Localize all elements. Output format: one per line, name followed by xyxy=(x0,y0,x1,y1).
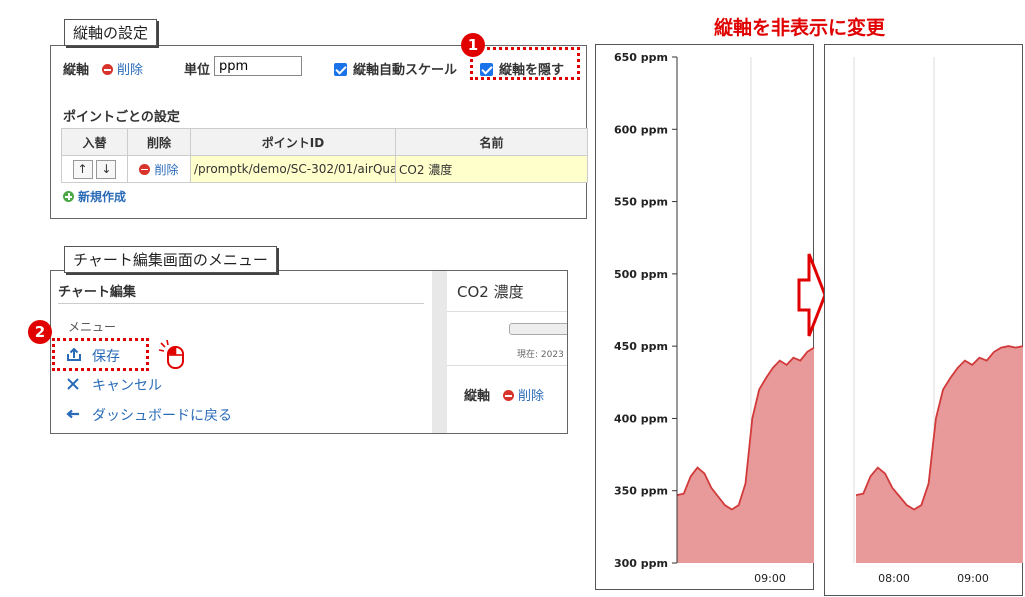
preview-title: CO2 濃度 xyxy=(457,283,524,301)
points-table: 入替 削除 ポイントID 名前 ↑ ↓ 削除 /promptk/demo/SC-… xyxy=(61,128,588,183)
chart-before-plot: 650 ppm 600 ppm 550 ppm 500 ppm 450 ppm 400 p… xyxy=(614,51,815,585)
axis-label: 縦軸 xyxy=(63,63,90,78)
col-delete: 削除 xyxy=(127,128,191,156)
preview-progress-bar xyxy=(509,323,567,335)
y-tick-label: 400 ppm xyxy=(614,412,668,425)
col-swap: 入替 xyxy=(61,128,128,156)
axis-settings-caption: 縦軸の設定 xyxy=(64,19,158,46)
x-tick-label: 08:00 xyxy=(878,572,910,585)
col-point-id: ポイントID xyxy=(190,128,396,156)
point-id-cell[interactable]: /promptk/demo/SC-302/01/airQua xyxy=(190,155,396,183)
move-up-button[interactable]: ↑ xyxy=(72,159,93,179)
checkbox-checked-icon xyxy=(334,63,347,76)
axis-delete-text: 削除 xyxy=(117,63,144,78)
preview-delete-text: 削除 xyxy=(518,389,545,404)
menu-label: メニュー xyxy=(68,320,117,334)
auto-scale-checkbox[interactable]: 縦軸自動スケール xyxy=(334,59,457,78)
close-icon xyxy=(67,378,79,390)
point-settings-title: ポイントごとの設定 xyxy=(63,110,180,125)
table-row: ↑ ↓ 削除 /promptk/demo/SC-302/01/airQua CO… xyxy=(61,155,588,183)
save-highlight xyxy=(52,338,149,371)
auto-scale-label: 縦軸自動スケール xyxy=(353,63,458,78)
row-delete-link[interactable]: 削除 xyxy=(139,162,179,177)
menu-caption: チャート編集画面のメニュー xyxy=(64,246,277,273)
preview-pane: CO2 濃度 現在: 2023 縦軸 削除 xyxy=(447,271,567,433)
hide-axis-highlight xyxy=(470,47,580,80)
area-fill xyxy=(856,346,1023,563)
y-tick-label: 500 ppm xyxy=(614,268,668,281)
chart-after-plot: 08:00 09:00 xyxy=(853,57,1024,585)
delete-cell: 削除 xyxy=(127,155,191,183)
move-down-button[interactable]: ↓ xyxy=(96,159,117,179)
title-divider xyxy=(58,303,424,304)
change-title: 縦軸を非表示に変更 xyxy=(714,17,886,39)
name-cell[interactable]: CO2 濃度 xyxy=(395,155,588,183)
y-tick-label: 350 ppm xyxy=(614,485,668,498)
new-point-text: 新規作成 xyxy=(78,190,127,204)
axis-delete-link[interactable]: 削除 xyxy=(102,59,143,78)
area-fill xyxy=(677,347,814,563)
preview-delete-link[interactable]: 削除 xyxy=(503,385,544,404)
right-arrow-icon xyxy=(797,253,827,337)
table-header-row: 入替 削除 ポイントID 名前 xyxy=(61,128,588,156)
unit-input[interactable] xyxy=(214,56,302,76)
step-1-badge: 1 xyxy=(461,33,485,57)
preview-divider-2 xyxy=(447,365,567,366)
preview-now-text: 現在: 2023 xyxy=(517,350,564,360)
back-to-dashboard-item[interactable]: ダッシュボードに戻る xyxy=(66,405,232,425)
mouse-click-icon xyxy=(158,339,184,369)
back-arrow-icon xyxy=(66,409,79,419)
unit-label: 単位 xyxy=(184,63,211,78)
y-tick-label: 550 ppm xyxy=(614,196,668,209)
remove-icon xyxy=(102,64,113,75)
back-text: ダッシュボードに戻る xyxy=(92,408,232,424)
chart-edit-title: チャート編集 xyxy=(58,285,136,300)
panel-scrollbar[interactable] xyxy=(432,271,447,433)
y-tick-label: 650 ppm xyxy=(614,51,668,64)
x-tick-label: 09:00 xyxy=(754,572,786,585)
new-point-link[interactable]: 新規作成 xyxy=(63,188,126,205)
remove-icon xyxy=(139,163,151,175)
swap-cell: ↑ ↓ xyxy=(61,155,128,183)
y-tick-label: 450 ppm xyxy=(614,340,668,353)
cancel-menu-item[interactable]: キャンセル xyxy=(66,375,162,395)
step-2-badge: 2 xyxy=(28,320,52,344)
chart-after: 08:00 09:00 xyxy=(824,44,1024,596)
row-delete-text: 削除 xyxy=(154,162,179,177)
cancel-text: キャンセル xyxy=(92,378,162,394)
add-icon xyxy=(63,191,74,202)
chart-before: 650 ppm 600 ppm 550 ppm 500 ppm 450 ppm 400 p… xyxy=(595,44,815,590)
preview-divider xyxy=(447,311,567,312)
y-tick-label: 300 ppm xyxy=(614,557,668,570)
col-name: 名前 xyxy=(395,128,588,156)
remove-icon xyxy=(503,390,514,401)
y-tick-label: 600 ppm xyxy=(614,123,668,136)
preview-axis-label: 縦軸 xyxy=(464,389,491,404)
x-tick-label: 09:00 xyxy=(957,572,989,585)
